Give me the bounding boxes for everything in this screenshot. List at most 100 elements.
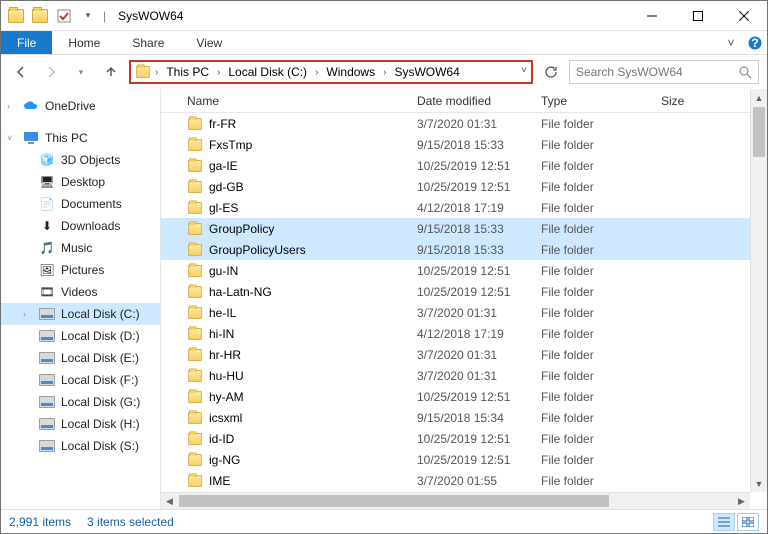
nav-library-item[interactable]: ⬇Downloads (1, 215, 160, 237)
scrollbar-thumb[interactable] (179, 495, 609, 507)
file-type: File folder (541, 285, 661, 299)
file-tab[interactable]: File (1, 31, 52, 54)
nav-drive-item[interactable]: Local Disk (E:) (1, 347, 160, 369)
nav-library-item[interactable]: 🧊3D Objects (1, 149, 160, 171)
folder-icon (187, 305, 203, 321)
column-header-type[interactable]: Type (541, 94, 661, 108)
status-bar: 2,991 items 3 items selected (1, 509, 767, 533)
folder-icon (187, 347, 203, 363)
nav-drive-item[interactable]: Local Disk (G:) (1, 391, 160, 413)
forward-button[interactable] (39, 60, 63, 84)
breadcrumb-drive[interactable]: Local Disk (C:) (224, 62, 311, 82)
table-row[interactable]: icsxml9/15/2018 15:34File folder (161, 407, 767, 428)
horizontal-scrollbar[interactable]: ◀ ▶ (161, 492, 750, 509)
up-button[interactable] (99, 60, 123, 84)
vertical-scrollbar[interactable]: ▲ ▼ (750, 89, 767, 492)
table-row[interactable]: GroupPolicyUsers9/15/2018 15:33File fold… (161, 239, 767, 260)
scroll-up-icon[interactable]: ▲ (751, 89, 767, 106)
help-icon[interactable]: ? (743, 31, 767, 54)
tab-share[interactable]: Share (116, 31, 180, 54)
table-row[interactable]: id-ID10/25/2019 12:51File folder (161, 428, 767, 449)
search-box[interactable] (569, 60, 759, 84)
scroll-right-icon[interactable]: ▶ (733, 493, 750, 509)
nav-library-item[interactable]: 🖥Desktop (1, 171, 160, 193)
tab-home[interactable]: Home (52, 31, 116, 54)
qat-dropdown-icon[interactable]: ▾ (77, 5, 99, 27)
search-input[interactable] (576, 65, 726, 79)
thumbnails-view-button[interactable] (737, 513, 759, 531)
folder-icon (5, 5, 27, 27)
file-name: icsxml (209, 411, 242, 425)
column-headers: Name Date modified Type Size (161, 89, 767, 113)
nav-library-item[interactable]: 🎵Music (1, 237, 160, 259)
recent-locations-dropdown[interactable]: ▾ (69, 60, 93, 84)
table-row[interactable]: he-IL3/7/2020 01:31File folder (161, 302, 767, 323)
drive-icon (39, 438, 55, 454)
library-icon: 🖼 (39, 262, 55, 278)
file-type: File folder (541, 243, 661, 257)
table-row[interactable]: hi-IN4/12/2018 17:19File folder (161, 323, 767, 344)
tab-view[interactable]: View (180, 31, 238, 54)
nav-onedrive[interactable]: › OneDrive (1, 95, 160, 117)
address-dropdown-icon[interactable]: ˅ (521, 65, 527, 76)
nav-this-pc[interactable]: ˅ This PC (1, 127, 160, 149)
table-row[interactable]: gd-GB10/25/2019 12:51File folder (161, 176, 767, 197)
scroll-down-icon[interactable]: ▼ (751, 475, 767, 492)
minimize-button[interactable] (629, 1, 675, 31)
chevron-right-icon[interactable]: › (7, 101, 10, 111)
file-name: ig-NG (209, 453, 240, 467)
table-row[interactable]: ga-IE10/25/2019 12:51File folder (161, 155, 767, 176)
chevron-right-icon[interactable]: › (217, 67, 220, 78)
file-date: 10/25/2019 12:51 (417, 285, 541, 299)
address-bar[interactable]: › This PC › Local Disk (C:) › Windows › … (129, 60, 533, 84)
table-row[interactable]: hy-AM10/25/2019 12:51File folder (161, 386, 767, 407)
chevron-right-icon[interactable]: › (23, 309, 26, 319)
nav-drive-item[interactable]: Local Disk (H:) (1, 413, 160, 435)
breadcrumb-this-pc[interactable]: This PC (162, 62, 213, 82)
nav-drive-item[interactable]: Local Disk (F:) (1, 369, 160, 391)
chevron-right-icon[interactable]: › (315, 67, 318, 78)
nav-label: Pictures (61, 263, 104, 277)
chevron-down-icon[interactable]: ˅ (7, 133, 12, 143)
chevron-right-icon[interactable]: › (155, 67, 158, 78)
library-icon: 🖥 (39, 174, 55, 190)
column-header-size[interactable]: Size (661, 94, 721, 108)
scroll-left-icon[interactable]: ◀ (161, 493, 178, 509)
table-row[interactable]: GroupPolicy9/15/2018 15:33File folder (161, 218, 767, 239)
nav-drive-item[interactable]: Local Disk (S:) (1, 435, 160, 457)
nav-library-item[interactable]: 📄Documents (1, 193, 160, 215)
scrollbar-thumb[interactable] (753, 107, 765, 157)
column-header-name[interactable]: Name (169, 94, 417, 108)
folder-icon (187, 368, 203, 384)
refresh-button[interactable] (539, 60, 563, 84)
nav-label: Documents (61, 197, 122, 211)
maximize-button[interactable] (675, 1, 721, 31)
table-row[interactable]: ha-Latn-NG10/25/2019 12:51File folder (161, 281, 767, 302)
navigation-pane[interactable]: › OneDrive ˅ This PC 🧊3D Objects🖥Desktop… (1, 89, 161, 509)
table-row[interactable]: hu-HU3/7/2020 01:31File folder (161, 365, 767, 386)
properties-icon[interactable] (53, 5, 75, 27)
table-row[interactable]: fr-FR3/7/2020 01:31File folder (161, 113, 767, 134)
chevron-right-icon[interactable]: › (383, 67, 386, 78)
file-name: gu-IN (209, 264, 238, 278)
breadcrumb-current[interactable]: SysWOW64 (390, 62, 463, 82)
details-view-button[interactable] (713, 513, 735, 531)
title-bar: ▾ | SysWOW64 (1, 1, 767, 31)
table-row[interactable]: IME3/7/2020 01:55File folder (161, 470, 767, 491)
breadcrumb-windows[interactable]: Windows (322, 62, 379, 82)
table-row[interactable]: gl-ES4/12/2018 17:19File folder (161, 197, 767, 218)
column-header-date[interactable]: Date modified (417, 94, 541, 108)
file-date: 3/7/2020 01:31 (417, 369, 541, 383)
table-row[interactable]: hr-HR3/7/2020 01:31File folder (161, 344, 767, 365)
nav-library-item[interactable]: 🎞Videos (1, 281, 160, 303)
back-button[interactable] (9, 60, 33, 84)
table-row[interactable]: ig-NG10/25/2019 12:51File folder (161, 449, 767, 470)
table-row[interactable]: gu-IN10/25/2019 12:51File folder (161, 260, 767, 281)
nav-drive-item[interactable]: ›Local Disk (C:) (1, 303, 160, 325)
close-button[interactable] (721, 1, 767, 31)
search-icon[interactable] (739, 66, 752, 79)
nav-drive-item[interactable]: Local Disk (D:) (1, 325, 160, 347)
ribbon-collapse-icon[interactable]: ˅ (719, 31, 743, 54)
table-row[interactable]: FxsTmp9/15/2018 15:33File folder (161, 134, 767, 155)
nav-library-item[interactable]: 🖼 Pictures (1, 259, 160, 281)
